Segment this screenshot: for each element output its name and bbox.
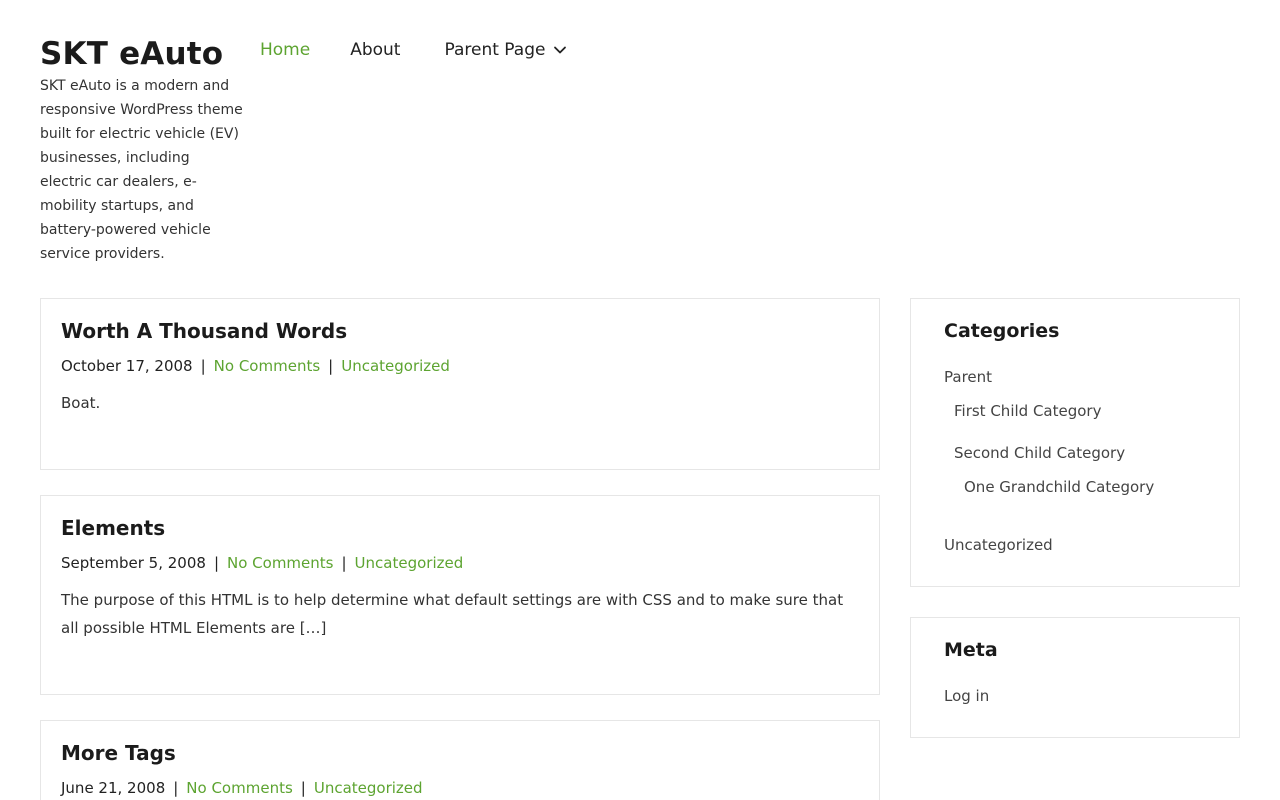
category-item-uncategorized[interactable]: Uncategorized xyxy=(944,534,1053,556)
meta-separator: | xyxy=(328,357,334,375)
post-date: June 21, 2008 xyxy=(61,779,166,797)
category-item-first-child[interactable]: First Child Category xyxy=(954,400,1101,422)
nav-item-parent-page[interactable]: Parent Page xyxy=(444,40,567,60)
post-excerpt: Boat. xyxy=(61,394,101,412)
meta-separator: | xyxy=(341,554,347,572)
category-item-grandchild[interactable]: One Grandchild Category xyxy=(964,476,1154,498)
post-comments-link[interactable]: No Comments xyxy=(186,779,292,797)
categories-widget: Categories Parent First Child Category S… xyxy=(910,298,1240,587)
meta-item-login[interactable]: Log in xyxy=(944,685,989,707)
nav-item-about[interactable]: About xyxy=(350,40,400,60)
post-category-link[interactable]: Uncategorized xyxy=(341,357,450,375)
widget-title: Meta xyxy=(944,639,998,661)
nav-item-parent-page-label: Parent Page xyxy=(444,40,546,60)
post-title[interactable]: More Tags xyxy=(61,739,859,767)
meta-separator: | xyxy=(300,779,306,797)
post-excerpt: The purpose of this HTML is to help dete… xyxy=(61,591,844,637)
post-date: September 5, 2008 xyxy=(61,554,206,572)
post-comments-link[interactable]: No Comments xyxy=(227,554,333,572)
post-title[interactable]: Elements xyxy=(61,514,859,542)
post-card: Worth A Thousand Words October 17, 2008 |… xyxy=(40,298,880,470)
site-title[interactable]: SKT eAuto xyxy=(40,34,245,74)
post-meta: October 17, 2008 | No Comments | Uncategoriz… xyxy=(61,355,859,377)
chevron-down-icon xyxy=(554,46,567,54)
main-navigation: Home About Parent Page xyxy=(260,36,567,64)
post-comments-link[interactable]: No Comments xyxy=(214,357,320,375)
post-card: More Tags June 21, 2008 | No Comments | Unca… xyxy=(40,720,880,800)
post-category-link[interactable]: Uncategorized xyxy=(355,554,464,572)
meta-separator: | xyxy=(173,779,179,797)
post-card: Elements September 5, 2008 | No Comments | U… xyxy=(40,495,880,695)
post-category-link[interactable]: Uncategorized xyxy=(314,779,423,797)
post-date: October 17, 2008 xyxy=(61,357,193,375)
site-description: SKT eAuto is a modern and responsive Wor… xyxy=(40,78,243,262)
site-branding: SKT eAuto SKT eAuto is a modern and resp… xyxy=(40,34,245,266)
meta-separator: | xyxy=(213,554,219,572)
post-meta: September 5, 2008 | No Comments | Uncategori… xyxy=(61,552,859,574)
post-meta: June 21, 2008 | No Comments | Uncategorized xyxy=(61,777,859,799)
category-item-parent[interactable]: Parent xyxy=(944,366,992,388)
meta-widget: Meta Log in xyxy=(910,617,1240,738)
widget-title: Categories xyxy=(944,320,1060,342)
category-item-second-child[interactable]: Second Child Category xyxy=(954,442,1125,464)
post-title[interactable]: Worth A Thousand Words xyxy=(61,317,859,345)
meta-separator: | xyxy=(200,357,206,375)
nav-item-home[interactable]: Home xyxy=(260,40,310,60)
